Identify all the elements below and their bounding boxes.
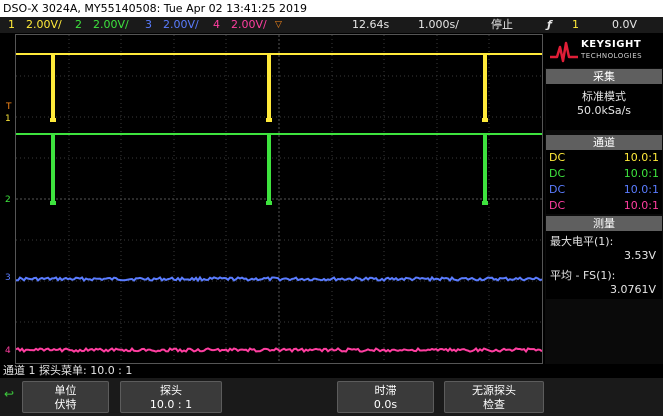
ch1-ground-marker[interactable]: 1 [5, 115, 11, 124]
softkey-units-label: 单位 [54, 384, 77, 397]
ch1-scale[interactable]: 2.00V/ [26, 17, 62, 33]
ch2-coupling: DC [549, 167, 566, 180]
ch3-scale[interactable]: 2.00V/ [163, 17, 199, 33]
ch3-coupling: DC [549, 183, 566, 196]
softkey-probe[interactable]: 探头 10.0 : 1 [120, 381, 222, 413]
window-title: DSO-X 3024A, MY55140508: Tue Apr 02 13:4… [0, 0, 663, 17]
ch4-ground-marker[interactable]: 4 [5, 347, 11, 356]
waveform-svg [16, 35, 542, 363]
softkey-probe-label: 探头 [160, 384, 182, 397]
ch1-probe: 10.0:1 [623, 151, 659, 164]
softkey-bar: ↩ 单位 伏特 探头 10.0 : 1 时滞 0.0s 无源探头 检查 [0, 378, 663, 416]
trigger-level[interactable]: 0.0V [612, 17, 637, 33]
channel-menu-title: 通道 1 探头菜单: 10.0 : 1 [0, 364, 663, 378]
trigger-position-marker: ▽ [275, 20, 282, 30]
channel-status-bar: 1 2.00V/ 2 2.00V/ 3 2.00V/ 4 2.00V/ ▽ 12… [0, 17, 663, 33]
ch2-number[interactable]: 2 [75, 17, 82, 33]
channel-row-1: DC 10.0:1 [549, 150, 659, 165]
trigger-channel[interactable]: 1 [572, 17, 579, 33]
ch1-number[interactable]: 1 [8, 17, 15, 33]
softkey-passive-probe-value: 检查 [483, 398, 505, 411]
ch2-scale[interactable]: 2.00V/ [93, 17, 129, 33]
softkey-skew-label: 时滞 [374, 384, 397, 397]
ch2-ground-marker[interactable]: 2 [5, 196, 11, 205]
keysight-wave-icon [550, 41, 578, 63]
brand-name: KEYSIGHT [581, 39, 642, 50]
softkey-units-value: 伏特 [54, 398, 77, 411]
keysight-logo: KEYSIGHT TECHNOLOGIES [545, 34, 663, 68]
ch4-number[interactable]: 4 [213, 17, 220, 33]
graticule [16, 35, 542, 363]
brand-subtitle: TECHNOLOGIES [581, 52, 643, 60]
softkey-passive-probe[interactable]: 无源探头 检查 [444, 381, 544, 413]
softkey-passive-probe-label: 无源探头 [472, 384, 516, 397]
ch2-probe: 10.0:1 [623, 167, 659, 180]
time-scale[interactable]: 1.000s/ [418, 17, 459, 33]
side-panel: KEYSIGHT TECHNOLOGIES 采集 标准模式 50.0kSa/s … [545, 34, 663, 364]
ch3-number[interactable]: 3 [145, 17, 152, 33]
ch4-coupling: DC [549, 199, 566, 212]
ch4-scale[interactable]: 2.00V/ [231, 17, 267, 33]
channel-list: DC 10.0:1 DC 10.0:1 DC 10.0:1 DC 10.0:1 [546, 150, 662, 214]
ch3-waveform [16, 275, 542, 283]
ch3-ground-marker[interactable]: 3 [5, 274, 11, 283]
trigger-level-marker[interactable]: T [6, 103, 12, 112]
measurement-header[interactable]: 测量 [546, 216, 662, 231]
channel-row-4: DC 10.0:1 [549, 198, 659, 213]
measurement-list: 最大电平(1): 3.53V 平均 - FS(1): 3.0761V [546, 231, 662, 299]
meas1-value: 3.53V [623, 249, 656, 262]
softkey-units[interactable]: 单位 伏特 [22, 381, 109, 413]
ch1-coupling: DC [549, 151, 566, 164]
acquisition-mode: 标准模式 [582, 90, 626, 103]
meas1-label: 最大电平(1): [550, 235, 614, 248]
channel-header[interactable]: 通道 [546, 135, 662, 150]
sample-rate: 50.0kSa/s [576, 104, 632, 117]
run-state[interactable]: 停止 [491, 17, 513, 33]
oscilloscope-screen: DSO-X 3024A, MY55140508: Tue Apr 02 13:4… [0, 0, 663, 416]
acquisition-header[interactable]: 采集 [546, 69, 662, 84]
acquisition-body: 标准模式 50.0kSa/s [546, 84, 662, 130]
softkey-skew[interactable]: 时滞 0.0s [337, 381, 434, 413]
return-arrow-icon[interactable]: ↩ [4, 387, 14, 401]
channel-row-3: DC 10.0:1 [549, 182, 659, 197]
meas2-label: 平均 - FS(1): [550, 269, 616, 282]
trigger-edge-icon: ƒ [547, 18, 552, 31]
softkey-probe-value: 10.0 : 1 [149, 398, 193, 411]
ch3-probe: 10.0:1 [623, 183, 659, 196]
ch4-probe: 10.0:1 [623, 199, 659, 212]
channel-row-2: DC 10.0:1 [549, 166, 659, 181]
meas2-value: 3.0761V [609, 283, 656, 296]
softkey-skew-value: 0.0s [373, 398, 398, 411]
time-position[interactable]: 12.64s [352, 17, 389, 33]
waveform-display[interactable] [15, 34, 543, 364]
